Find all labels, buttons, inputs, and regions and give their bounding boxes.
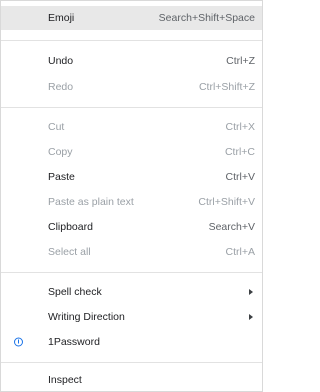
menu-item-label: Spell check — [48, 286, 102, 298]
menu-item-shortcut: Search+Shift+Space — [158, 12, 255, 24]
menu-separator — [1, 362, 262, 363]
menu-item-1password[interactable]: 1Password — [1, 330, 262, 354]
menu-item-undo[interactable]: Undo Ctrl+Z — [1, 49, 262, 73]
menu-item-label: Clipboard — [48, 221, 93, 233]
menu-item-spell-check[interactable]: Spell check — [1, 280, 262, 304]
menu-separator — [1, 40, 262, 41]
menu-item-clipboard[interactable]: Clipboard Search+V — [1, 215, 262, 239]
menu-separator — [1, 272, 262, 273]
menu-item-label: Paste as plain text — [48, 196, 134, 208]
submenu-arrow-icon — [249, 314, 253, 320]
menu-item-shortcut: Ctrl+Shift+V — [198, 196, 255, 208]
menu-item-select-all: Select all Ctrl+A — [1, 240, 262, 264]
context-menu: Emoji Search+Shift+Space Undo Ctrl+Z Red… — [0, 0, 263, 392]
menu-item-label: Select all — [48, 246, 91, 258]
menu-item-shortcut: Ctrl+A — [225, 246, 255, 258]
menu-item-shortcut: Ctrl+Shift+Z — [198, 81, 255, 93]
menu-item-label: Writing Direction — [48, 311, 125, 323]
submenu-arrow-icon — [249, 289, 253, 295]
menu-item-label: Redo — [48, 81, 74, 93]
menu-item-shortcut: Search+V — [208, 221, 255, 233]
menu-item-label: Paste — [48, 171, 75, 183]
menu-item-emoji[interactable]: Emoji Search+Shift+Space — [1, 6, 262, 30]
menu-item-inspect[interactable]: Inspect — [1, 368, 262, 392]
menu-item-shortcut: Ctrl+X — [225, 121, 255, 133]
menu-item-paste[interactable]: Paste Ctrl+V — [1, 165, 262, 189]
menu-item-shortcut: Ctrl+C — [224, 146, 255, 158]
menu-item-copy: Copy Ctrl+C — [1, 140, 262, 164]
menu-item-paste-plain-text: Paste as plain text Ctrl+Shift+V — [1, 190, 262, 214]
menu-item-label: Cut — [48, 121, 65, 133]
1password-icon — [14, 337, 23, 347]
menu-item-label: Undo — [48, 55, 74, 67]
menu-item-shortcut: Ctrl+V — [225, 171, 255, 183]
menu-item-cut: Cut Ctrl+X — [1, 115, 262, 139]
menu-item-label: Emoji — [48, 12, 75, 24]
menu-item-label: 1Password — [48, 336, 100, 348]
menu-item-shortcut: Ctrl+Z — [226, 55, 255, 67]
menu-item-redo: Redo Ctrl+Shift+Z — [1, 75, 262, 99]
menu-item-writing-direction[interactable]: Writing Direction — [1, 305, 262, 329]
menu-separator — [1, 107, 262, 108]
menu-item-label: Copy — [48, 146, 73, 158]
menu-item-label: Inspect — [48, 374, 82, 386]
